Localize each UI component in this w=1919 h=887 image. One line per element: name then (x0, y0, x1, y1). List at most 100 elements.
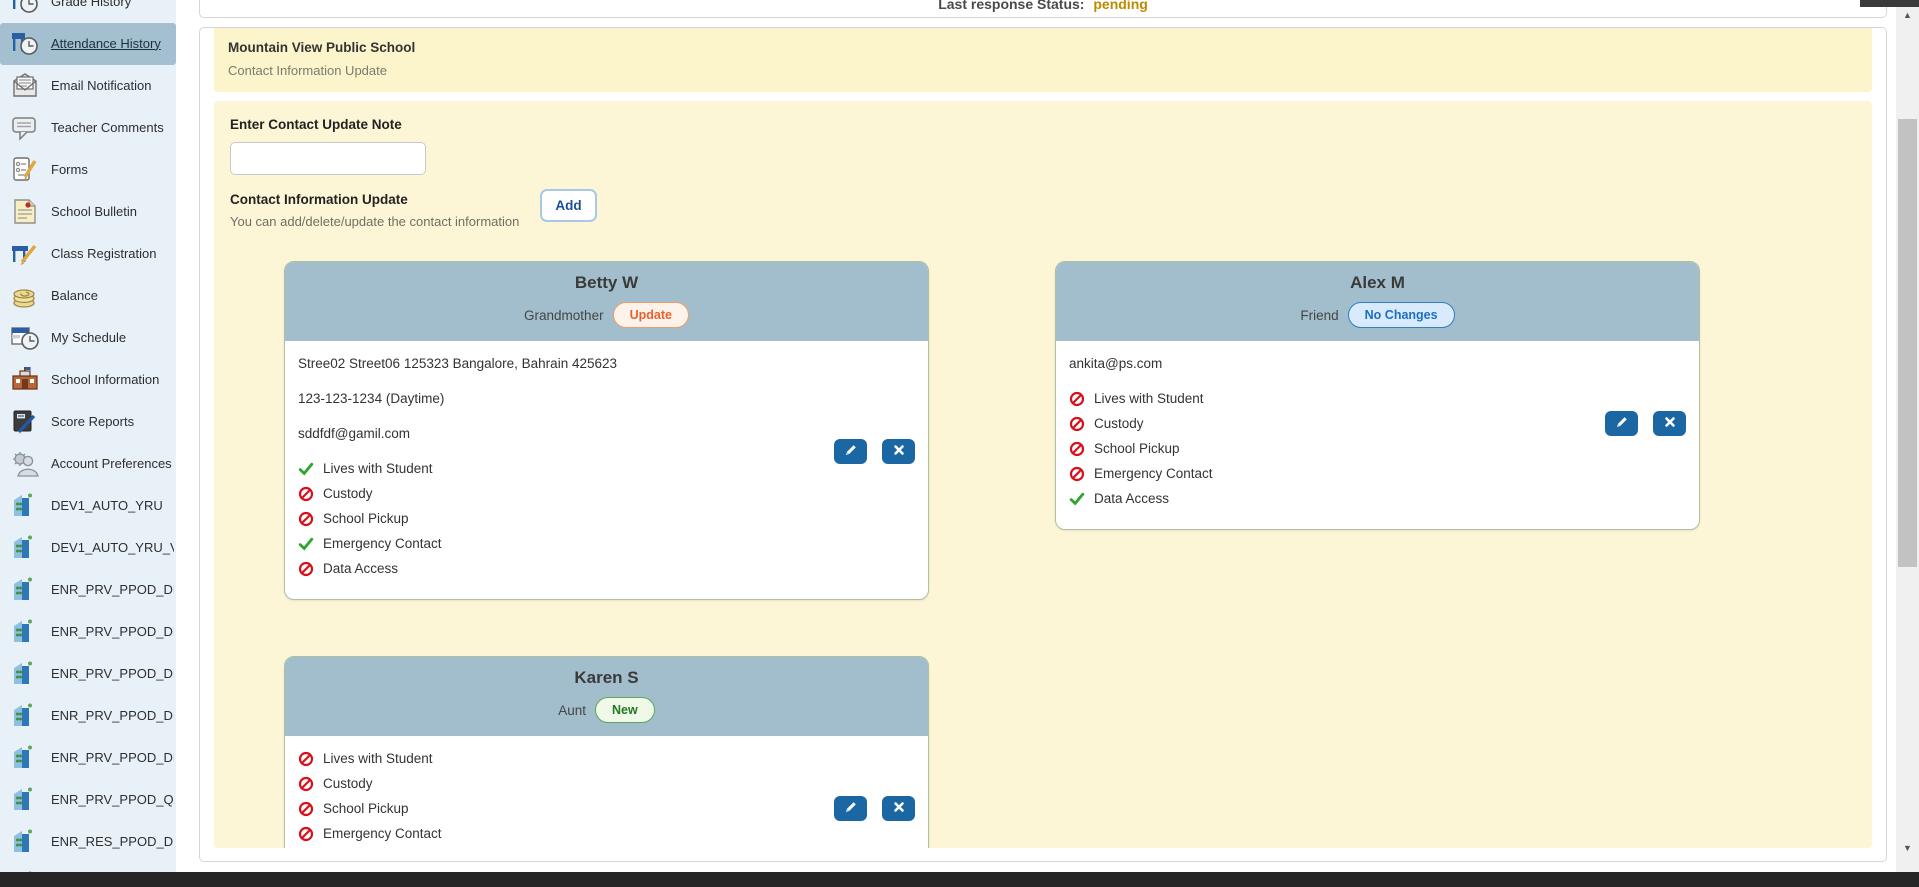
sidebar-item-label: Grade History (51, 0, 174, 9)
my-schedule-icon (9, 323, 40, 354)
sidebar-item-school-bulletin[interactable]: School Bulletin (0, 191, 176, 233)
sidebar-item-dev1-auto-yru[interactable]: DEV1_AUTO_YRU (0, 485, 176, 527)
scroll-up-icon[interactable]: ▲ (1896, 7, 1919, 23)
flag-label: Custody (1094, 416, 1144, 432)
school-building-icon (9, 533, 40, 564)
contact-status-badge[interactable]: New (595, 697, 655, 723)
sidebar-item-enr-prv-ppod-dev[interactable]: ENR_PRV_PPOD_DEV (0, 695, 176, 737)
teacher-comments-icon (9, 113, 40, 144)
sidebar-item-grade-history[interactable]: Grade History (0, 0, 176, 23)
last-response-status-value: pending (1093, 0, 1147, 12)
contact-name: Alex M (1068, 273, 1687, 293)
sidebar-item-label: My Schedule (51, 331, 174, 346)
main-content: Last response Status: pending Mountain V… (176, 0, 1896, 872)
add-contact-button[interactable]: Add (540, 189, 596, 222)
contact-card-body: Stree02 Street06 125323 Bangalore, Bahra… (285, 341, 928, 599)
sidebar-item-label: Forms (51, 163, 174, 178)
flag-label: Custody (323, 776, 373, 792)
note-label: Enter Contact Update Note (230, 117, 1856, 132)
sidebar-item-enr-prv-ppod-dev[interactable]: ENR_PRV_PPOD_DEV (0, 653, 176, 695)
delete-contact-button[interactable] (882, 439, 915, 464)
sidebar-item-label: ENR_PRV_PPOD_DEV (51, 625, 174, 640)
contact-update-note-input[interactable] (230, 142, 426, 175)
sidebar-item-enr-prv-ppod-qa2[interactable]: ENR_PRV_PPOD_QA2 (0, 779, 176, 821)
scrollbar-thumb[interactable] (1898, 119, 1917, 567)
permission-flag: Custody (298, 486, 916, 502)
school-building-icon (9, 827, 40, 858)
sidebar-item-enr-prv-ppod-dev[interactable]: ENR_PRV_PPOD_DEV (0, 611, 176, 653)
score-reports-icon (9, 407, 40, 438)
sidebar-item-label: ENR_PRV_PPOD_QA2 (51, 793, 174, 808)
contact-detail: Stree02 Street06 125323 Bangalore, Bahra… (298, 356, 916, 372)
sidebar-item-label: ENR_PRV_PPOD_DEV (51, 667, 174, 682)
contact-card-alex-m: Alex M Friend No Changes ankita@ps.com L… (1055, 261, 1700, 530)
sidebar-item-email-notification[interactable]: Email Notification (0, 65, 176, 107)
section-title: Contact Information Update (230, 192, 519, 207)
school-building-icon (9, 785, 40, 816)
contact-card-header: Betty W Grandmother Update (285, 262, 928, 341)
school-building-icon (9, 701, 40, 732)
contact-name: Karen S (297, 668, 916, 688)
contact-status-badge[interactable]: No Changes (1348, 302, 1455, 328)
sidebar-item-account-preferences[interactable]: Account Preferences (0, 443, 176, 485)
flag-label: School Pickup (323, 801, 409, 817)
permission-flag: Lives with Student (298, 751, 916, 767)
school-information-icon (9, 365, 40, 396)
sidebar: Grade History Attendance History Email N… (0, 0, 176, 872)
school-building-icon (9, 659, 40, 690)
permission-flag: Custody (298, 776, 916, 792)
window-edge (1860, 0, 1919, 7)
sidebar-item-label: ENR_PRV_PPOD_DEV (51, 751, 174, 766)
contact-detail: sddfdf@gamil.com (298, 426, 916, 442)
sidebar-item-dev1-auto-yru-v1[interactable]: DEV1_AUTO_YRU_V1 (0, 527, 176, 569)
edit-contact-button[interactable] (1605, 411, 1638, 436)
contact-card-betty-w: Betty W Grandmother Update Stree02 Stree… (284, 261, 929, 600)
permission-flag: School Pickup (1069, 441, 1687, 457)
contact-card-body: ankita@ps.com Lives with Student Custody… (1056, 341, 1699, 529)
sidebar-item-enr-prv-ppod-dev[interactable]: ENR_PRV_PPOD_DEV (0, 569, 176, 611)
sidebar-item-label: School Information (51, 373, 174, 388)
sidebar-item-label: Attendance History (51, 37, 174, 52)
sidebar-item-teacher-comments[interactable]: Teacher Comments (0, 107, 176, 149)
delete-contact-button[interactable] (1653, 411, 1686, 436)
sidebar-item-label: DEV1_AUTO_YRU (51, 499, 174, 514)
vertical-scrollbar[interactable]: ▲ ▼ (1896, 7, 1919, 872)
section-description: You can add/delete/update the contact in… (230, 214, 519, 229)
pencil-icon (844, 800, 858, 817)
sidebar-item-balance[interactable]: Balance (0, 275, 176, 317)
contact-card-karen-s: Karen S Aunt New Lives with Student Cust… (284, 656, 929, 848)
edit-contact-button[interactable] (834, 796, 867, 821)
pencil-icon (1615, 415, 1629, 432)
sidebar-item-my-schedule[interactable]: My Schedule (0, 317, 176, 359)
sidebar-item-score-reports[interactable]: Score Reports (0, 401, 176, 443)
grade-history-icon (9, 0, 40, 18)
permission-flag: Lives with Student (1069, 391, 1687, 407)
flag-label: Data Access (1094, 491, 1169, 507)
permission-flag: Lives with Student (298, 461, 916, 477)
forms-icon (9, 155, 40, 186)
contact-cards-grid: Betty W Grandmother Update Stree02 Stree… (284, 261, 1856, 848)
sidebar-item-enr-res-ppod-dev[interactable]: ENR_RES_PPOD_DEV (0, 821, 176, 863)
sidebar-item-attendance-history[interactable]: Attendance History (0, 23, 176, 65)
contact-relationship: Grandmother (524, 308, 604, 323)
sidebar-item-label: Score Reports (51, 415, 174, 430)
scroll-down-icon[interactable]: ▼ (1896, 840, 1919, 856)
permission-flag: Data Access (1069, 491, 1687, 507)
contact-card-body: Lives with Student Custody School Pickup… (285, 736, 928, 848)
account-preferences-icon (9, 449, 40, 480)
sidebar-item-label: ENR_PRV_PPOD_DEV (51, 583, 174, 598)
delete-contact-button[interactable] (882, 796, 915, 821)
contact-status-badge[interactable]: Update (613, 302, 689, 328)
deny-icon (1069, 466, 1085, 482)
deny-icon (1069, 416, 1085, 432)
contact-update-panel: Mountain View Public School Contact Info… (199, 27, 1887, 862)
sidebar-item-school-information[interactable]: School Information (0, 359, 176, 401)
sidebar-item-class-registration[interactable]: Class Registration (0, 233, 176, 275)
sidebar-item-enr-res-ppod-dev[interactable]: ENR_RES_PPOD_DEV (0, 863, 176, 872)
edit-contact-button[interactable] (834, 439, 867, 464)
sidebar-item-forms[interactable]: Forms (0, 149, 176, 191)
permission-flag: School Pickup (298, 511, 916, 527)
permission-flag: Custody (1069, 416, 1687, 432)
pencil-icon (844, 443, 858, 460)
sidebar-item-enr-prv-ppod-dev[interactable]: ENR_PRV_PPOD_DEV (0, 737, 176, 779)
